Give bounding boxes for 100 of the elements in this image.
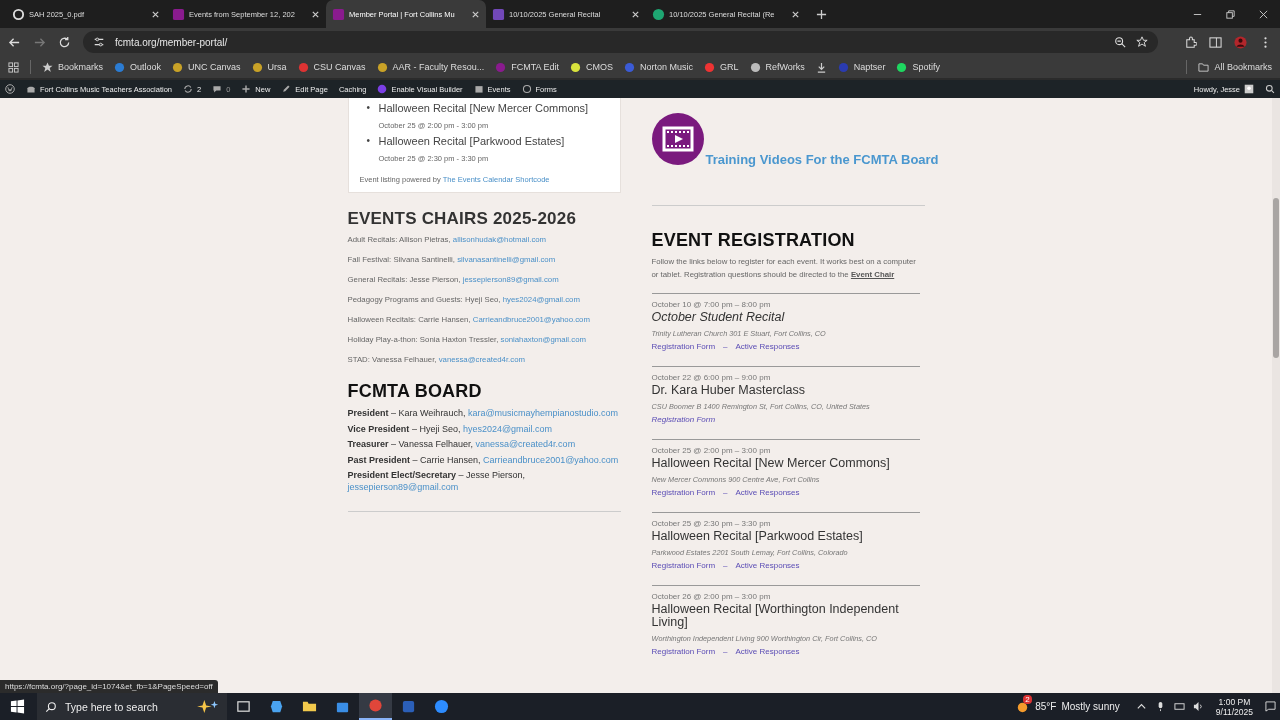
- close-icon[interactable]: [1258, 8, 1269, 20]
- restore-icon[interactable]: [1225, 8, 1236, 20]
- board-member-line: Past President – Carrie Hansen, Carrieandbruce2001@yahoo.com: [347, 454, 620, 466]
- event-title: October Student Recital: [651, 311, 786, 324]
- favicon-icon: [172, 7, 185, 21]
- board-member-line: Vice President – Hyeji Seo, hyes2024@gmail.com: [347, 423, 554, 435]
- list-bullet: •: [366, 101, 370, 115]
- event-link[interactable]: Halloween Recital [Parkwood Estates]: [378, 133, 609, 149]
- app-icon: [269, 699, 284, 714]
- event-title: Dr. Kara Huber Masterclass: [651, 384, 807, 397]
- section-heading: FCMTA BOARD: [347, 381, 483, 402]
- close-icon[interactable]: [471, 9, 480, 19]
- event-title: Halloween Recital [Worthington Independent Living]: [651, 603, 900, 629]
- board-member-line: President – Kara Weihrauch, kara@musicmayhempianostudio.com: [347, 408, 620, 420]
- bookmark[interactable]: RefWorks: [749, 61, 805, 73]
- favicon-icon: [376, 61, 388, 73]
- user-avatar-icon: [1244, 84, 1254, 94]
- search-icon: [45, 700, 57, 713]
- close-icon[interactable]: [151, 9, 160, 19]
- board-member-line: President Elect/Secretary – Jesse Pierson, jessepierson89@gmail.com: [347, 470, 527, 493]
- event-date: October 26 @ 2:00 pm – 3:00 pm: [651, 592, 772, 601]
- registration-link[interactable]: Registration Form: [651, 415, 716, 424]
- bookmark[interactable]: FCMTA Edit: [495, 61, 559, 73]
- close-icon[interactable]: [311, 9, 320, 19]
- zoom-icon[interactable]: [1114, 36, 1126, 48]
- bookmark[interactable]: Bookmarks: [42, 61, 103, 73]
- registration-link[interactable]: Active Responses: [735, 488, 800, 497]
- start-icon[interactable]: [10, 699, 25, 714]
- bookmark[interactable]: Norton Music: [624, 61, 693, 73]
- section-heading: EVENTS CHAIRS 2025-2026: [347, 209, 578, 229]
- bookmark[interactable]: AAR - Faculty Resou...: [376, 61, 485, 73]
- favicon-icon: [704, 61, 715, 73]
- registration-link[interactable]: Registration Form: [651, 647, 716, 656]
- event-date: October 25 @ 2:00 pm – 3:00 pm: [651, 446, 772, 455]
- status-url: https://fcmta.org/?page_id=1074&et_fb=1&PageSpeed=off: [0, 680, 218, 693]
- bookmark[interactable]: CMOS: [570, 61, 613, 73]
- clock[interactable]: 1:00 PM 9/11/2025: [1215, 696, 1253, 717]
- bookmark[interactable]: GRL: [704, 61, 739, 73]
- bookmark[interactable]: Outlook: [114, 61, 162, 73]
- star-icon[interactable]: [1136, 36, 1148, 48]
- menu-item-icon: [521, 84, 532, 94]
- favicon-icon: [570, 61, 581, 73]
- favicon-icon: [114, 61, 125, 73]
- bookmark[interactable]: UNC Canvas: [172, 61, 241, 73]
- link-separator: –: [723, 488, 728, 497]
- apps-icon[interactable]: [8, 61, 19, 73]
- notifications-icon[interactable]: [1265, 701, 1276, 712]
- event-date: October 22 @ 6:00 pm – 9:00 pm: [651, 373, 772, 382]
- new-tab-icon[interactable]: [816, 8, 827, 20]
- scrollbar[interactable]: [1272, 98, 1280, 693]
- menu-item-icon: [377, 84, 388, 94]
- section-heading: EVENT REGISTRATION: [651, 230, 856, 251]
- bookmark[interactable]: Spotify: [896, 61, 940, 73]
- registration-link[interactable]: Registration Form: [651, 342, 716, 351]
- close-icon[interactable]: [631, 9, 640, 19]
- app-icon: [401, 699, 416, 714]
- taskbar-app[interactable]: [359, 693, 392, 720]
- taskbar-search-field[interactable]: Type here to search: [37, 693, 227, 720]
- reload-icon[interactable]: [58, 35, 71, 49]
- board-member-line: Treasurer – Vanessa Felhauer, vanessa@created4r.com: [347, 439, 577, 451]
- comment-icon: [212, 84, 223, 94]
- favicon-icon: [297, 61, 309, 73]
- all-bookmarks-folder[interactable]: All Bookmarks: [1198, 61, 1272, 73]
- favicon-icon: [749, 61, 761, 73]
- search-icon[interactable]: [1265, 84, 1275, 94]
- site-info-icon[interactable]: [93, 36, 105, 48]
- registration-link[interactable]: Active Responses: [735, 647, 800, 656]
- chevron-up-icon[interactable]: [1135, 701, 1147, 712]
- favicon-icon: [837, 61, 849, 73]
- volume-icon[interactable]: [1192, 701, 1204, 712]
- bookmark[interactable]: CSU Canvas: [297, 61, 366, 73]
- sparkle-icon: [197, 699, 219, 714]
- favicon-icon: [42, 61, 53, 73]
- video-icon[interactable]: [651, 113, 704, 165]
- registration-link[interactable]: Active Responses: [735, 342, 800, 351]
- close-icon[interactable]: [791, 9, 800, 19]
- address-field[interactable]: fcmta.org/member-portal/: [83, 31, 1158, 53]
- sidebar-icon[interactable]: [1209, 35, 1222, 49]
- app-icon: [434, 699, 449, 714]
- event-link[interactable]: Halloween Recital [New Mercer Commons]: [378, 100, 609, 116]
- event-date: October 10 @ 7:00 pm – 8:00 pm: [651, 300, 772, 309]
- favicon-icon: [251, 61, 263, 73]
- registration-link[interactable]: Registration Form: [651, 561, 716, 570]
- folder-icon: [1198, 61, 1210, 73]
- weather-widget[interactable]: 2 85°F Mostly sunny: [1015, 693, 1120, 720]
- link-separator: –: [723, 647, 728, 656]
- event-date: October 25 @ 2:30 pm – 3:30 pm: [651, 519, 772, 528]
- extensions-icon[interactable]: [1184, 35, 1197, 49]
- app-icon: [236, 699, 251, 714]
- favicon-icon: [495, 61, 507, 73]
- bookmark[interactable]: Naptser: [837, 61, 886, 73]
- favicon-icon: [652, 7, 665, 21]
- app-icon: [368, 698, 383, 713]
- download-icon[interactable]: [815, 61, 827, 73]
- favicon-icon: [624, 61, 635, 73]
- link-separator: –: [723, 342, 728, 351]
- registration-link[interactable]: Registration Form: [651, 488, 716, 497]
- avatar-icon[interactable]: [1234, 35, 1247, 49]
- bookmark[interactable]: Ursa: [251, 61, 287, 73]
- registration-link[interactable]: Active Responses: [735, 561, 800, 570]
